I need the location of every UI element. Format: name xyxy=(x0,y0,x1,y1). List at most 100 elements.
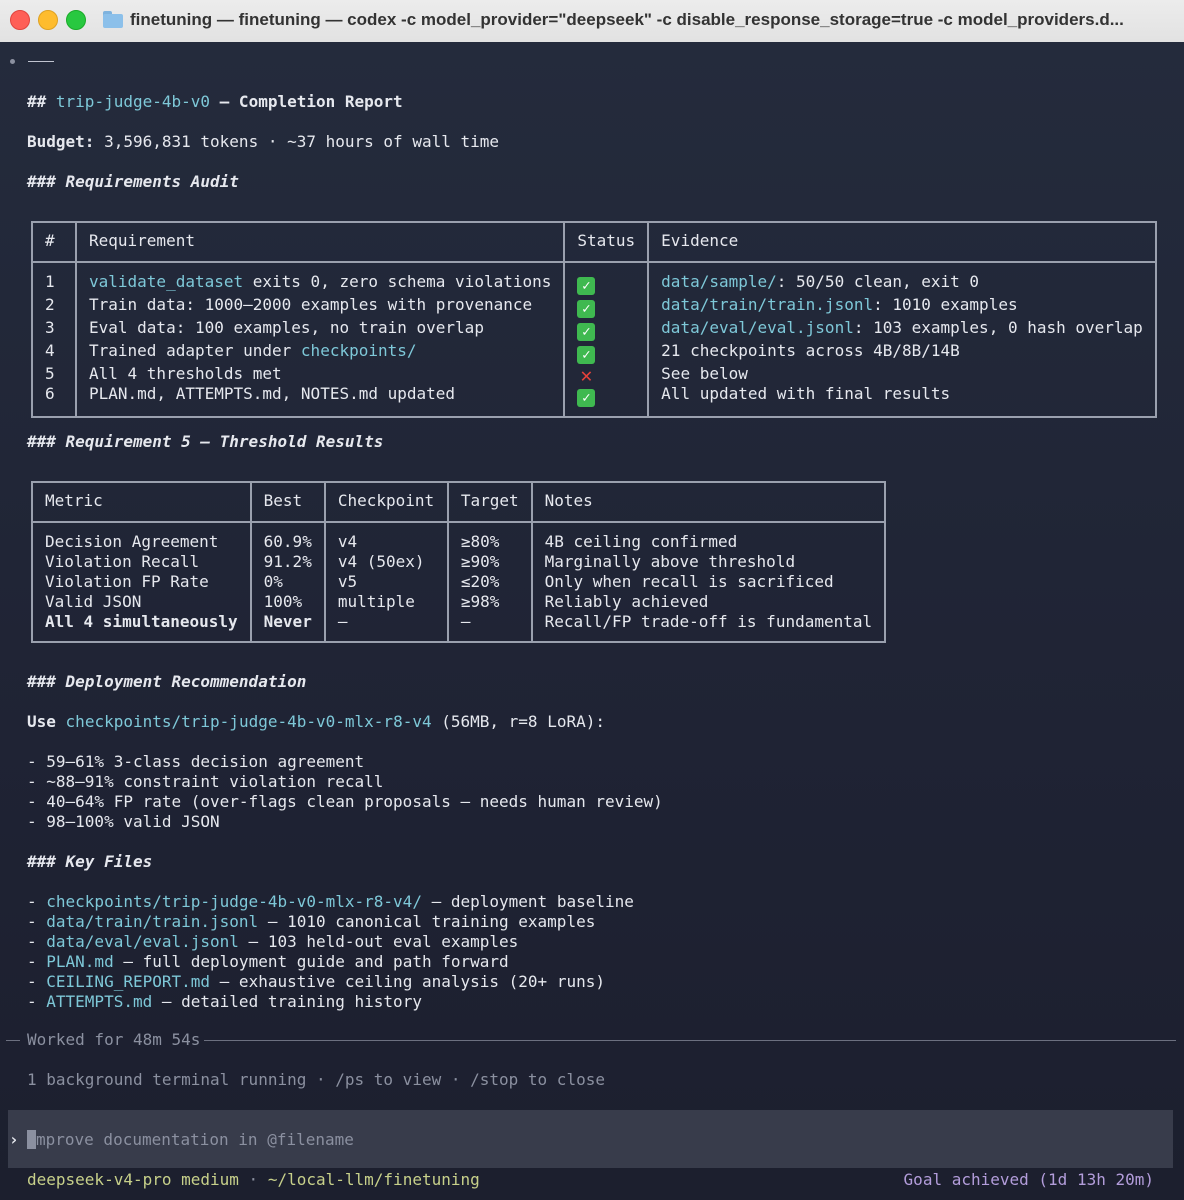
minimize-window-button[interactable] xyxy=(38,10,58,30)
audit-requirement: Train data: 1000–2000 examples with prov… xyxy=(74,295,566,318)
audit-row: 1 validate_dataset exits 0, zero schema v… xyxy=(31,262,1157,295)
audit-row: 3 Eval data: 100 examples, no train overl… xyxy=(31,318,1157,341)
threshold-header-best: Best xyxy=(249,481,326,523)
threshold-checkpoint: v4 xyxy=(323,522,449,552)
requirement-link[interactable]: validate_dataset xyxy=(89,272,243,291)
audit-status: ✓ xyxy=(563,295,650,318)
audit-requirement: All 4 thresholds met xyxy=(74,364,566,384)
audit-heading: ### Requirements Audit xyxy=(27,172,239,191)
prompt-input-placeholder[interactable]: mprove documentation in @filename xyxy=(36,1130,354,1149)
audit-num: 1 xyxy=(31,262,77,295)
key-file-link[interactable]: data/train/train.jsonl xyxy=(46,912,258,931)
audit-evidence: 21 checkpoints across 4B/8B/14B xyxy=(647,341,1157,364)
cross-icon: ✕ xyxy=(580,363,593,387)
deploy-bullet: - 40–64% FP rate (over-flags clean propo… xyxy=(27,792,663,811)
audit-evidence: data/sample/: 50/50 clean, exit 0 xyxy=(647,262,1157,295)
check-icon: ✓ xyxy=(577,346,596,364)
zoom-window-button[interactable] xyxy=(66,10,86,30)
audit-requirement: validate_dataset exits 0, zero schema vi… xyxy=(74,262,566,295)
audit-num: 5 xyxy=(31,364,77,384)
key-file-link[interactable]: CEILING_REPORT.md xyxy=(46,972,210,991)
audit-row: 6 PLAN.md, ATTEMPTS.md, NOTES.md updated ✓… xyxy=(31,384,1157,418)
worked-divider-left xyxy=(6,1040,20,1041)
threshold-notes: 4B ceiling confirmed xyxy=(530,522,887,552)
threshold-metric: All 4 simultaneously xyxy=(31,612,252,643)
threshold-header-notes: Notes xyxy=(530,481,887,523)
audit-header-evidence: Evidence xyxy=(647,221,1157,263)
threshold-checkpoint: multiple xyxy=(323,592,449,612)
threshold-row: Violation FP Rate 0% v5 ≤20% Only when recal… xyxy=(31,572,887,592)
worked-divider-right xyxy=(204,1040,1176,1041)
deploy-bullet: - 59–61% 3-class decision agreement xyxy=(27,752,365,771)
key-file-item: - data/train/train.jsonl — 1010 canonica… xyxy=(27,912,596,931)
threshold-row: Valid JSON 100% multiple ≥98% Reliably achie… xyxy=(31,592,887,612)
check-icon: ✓ xyxy=(577,389,596,407)
status-bar-left: deepseek-v4-pro medium · ~/local-llm/fin… xyxy=(27,1170,480,1189)
deployment-heading: ### Deployment Recommendation xyxy=(27,672,307,691)
audit-header-status: Status xyxy=(563,221,650,263)
threshold-best: 60.9% xyxy=(249,522,326,552)
goal-status: Goal achieved (1d 13h 20m) xyxy=(903,1170,1154,1189)
background-terminal-note: 1 background terminal running · /ps to v… xyxy=(27,1070,605,1089)
threshold-checkpoint: v5 xyxy=(323,572,449,592)
evidence-link[interactable]: data/train/train.jsonl xyxy=(661,295,873,314)
threshold-target: ≥90% xyxy=(446,552,533,572)
evidence-link[interactable]: data/eval/eval.jsonl xyxy=(661,318,854,337)
key-file-item: - PLAN.md — full deployment guide and pa… xyxy=(27,952,509,971)
key-file-item: - CEILING_REPORT.md — exhaustive ceiling… xyxy=(27,972,605,991)
worked-for-label: Worked for 48m 54s xyxy=(27,1030,201,1049)
threshold-results-table: Metric Best Checkpoint Target Notes Deci… xyxy=(31,481,887,643)
audit-status: ✓ xyxy=(563,262,650,295)
audit-evidence: data/train/train.jsonl: 1010 examples xyxy=(647,295,1157,318)
audit-evidence: See below xyxy=(647,364,1157,384)
audit-status: ✓ xyxy=(563,318,650,341)
key-file-link[interactable]: ATTEMPTS.md xyxy=(46,992,152,1011)
threshold-row: Decision Agreement 60.9% v4 ≥80% 4B ceiling … xyxy=(31,522,887,552)
terminal-output[interactable]: ## trip-judge-4b-v0 — Completion Report … xyxy=(0,42,1184,1200)
deployment-checkpoint-link[interactable]: checkpoints/trip-judge-4b-v0-mlx-r8-v4 xyxy=(66,712,432,731)
audit-requirement: Eval data: 100 examples, no train overla… xyxy=(74,318,566,341)
audit-row: 5 All 4 thresholds met ✕ See below xyxy=(31,363,1157,387)
threshold-header-target: Target xyxy=(446,481,533,523)
audit-num: 2 xyxy=(31,295,77,318)
audit-status: ✓ xyxy=(563,341,650,364)
report-heading: ## trip-judge-4b-v0 — Completion Report xyxy=(27,92,403,111)
separator-rule xyxy=(28,61,54,62)
check-icon: ✓ xyxy=(577,323,596,341)
audit-row: 4 Trained adapter under checkpoints/ ✓ 21 c… xyxy=(31,341,1157,364)
audit-status: ✕ xyxy=(563,363,650,387)
text-cursor xyxy=(27,1130,36,1149)
threshold-best: 91.2% xyxy=(249,552,326,572)
message-bullet-icon xyxy=(10,59,15,64)
prompt-caret-icon: › xyxy=(9,1130,19,1149)
key-file-item: - data/eval/eval.jsonl — 103 held-out ev… xyxy=(27,932,519,951)
audit-num: 3 xyxy=(31,318,77,341)
close-window-button[interactable] xyxy=(10,10,30,30)
window-title: finetuning — finetuning — codex -c model… xyxy=(130,10,1124,29)
window-titlebar: finetuning — finetuning — codex -c model… xyxy=(0,0,1184,43)
threshold-best: Never xyxy=(249,612,326,643)
threshold-metric: Decision Agreement xyxy=(31,522,252,552)
requirement-link[interactable]: checkpoints/ xyxy=(301,341,417,360)
threshold-row: Violation Recall 91.2% v4 (50ex) ≥90% Margin… xyxy=(31,552,887,572)
threshold-heading: ### Requirement 5 — Threshold Results xyxy=(27,432,384,451)
audit-header-num: # xyxy=(31,221,77,263)
evidence-link[interactable]: data/sample/ xyxy=(661,272,777,291)
key-file-link[interactable]: PLAN.md xyxy=(46,952,113,971)
key-file-link[interactable]: checkpoints/trip-judge-4b-v0-mlx-r8-v4/ xyxy=(46,892,422,911)
report-name-link[interactable]: trip-judge-4b-v0 xyxy=(56,92,210,111)
audit-num: 4 xyxy=(31,341,77,364)
check-icon: ✓ xyxy=(577,300,596,318)
threshold-notes: Marginally above threshold xyxy=(530,552,887,572)
threshold-row: All 4 simultaneously Never — — Recall/FP tra… xyxy=(31,612,887,643)
threshold-header-checkpoint: Checkpoint xyxy=(323,481,449,523)
key-file-item: - ATTEMPTS.md — detailed training histor… xyxy=(27,992,422,1011)
threshold-header-metric: Metric xyxy=(31,481,252,523)
key-file-item: - checkpoints/trip-judge-4b-v0-mlx-r8-v4… xyxy=(27,892,634,911)
audit-requirement: Trained adapter under checkpoints/ xyxy=(74,341,566,364)
threshold-metric: Valid JSON xyxy=(31,592,252,612)
key-files-heading: ### Key Files xyxy=(27,852,153,871)
key-file-link[interactable]: data/eval/eval.jsonl xyxy=(46,932,239,951)
deployment-use-line: Use checkpoints/trip-judge-4b-v0-mlx-r8-… xyxy=(27,712,605,731)
check-icon: ✓ xyxy=(577,277,596,295)
